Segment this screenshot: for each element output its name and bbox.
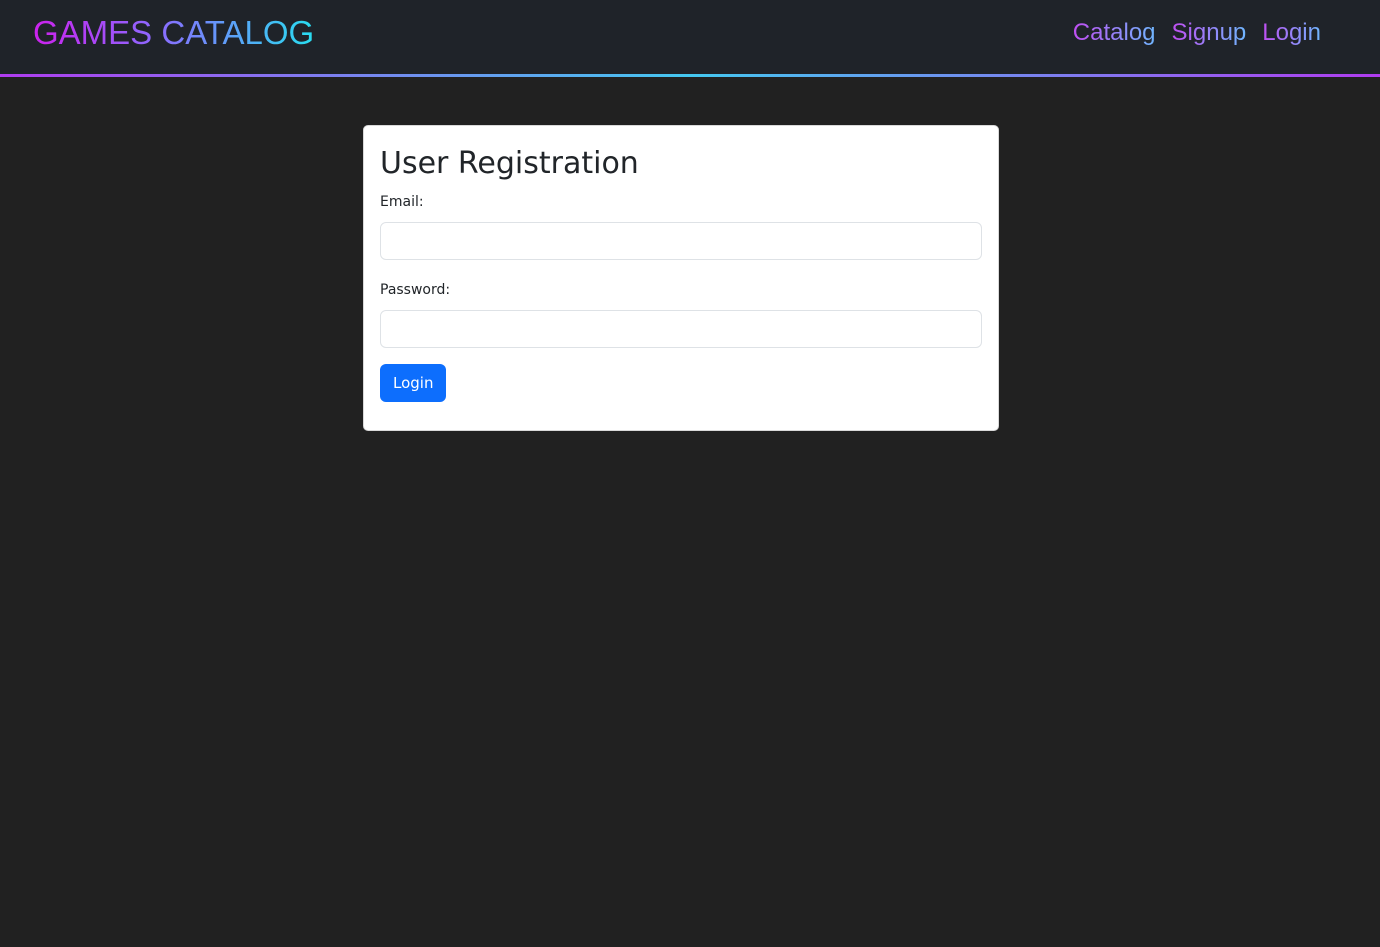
registration-card: User Registration Email: Password: Login [363, 125, 999, 431]
navbar-divider [0, 74, 1380, 77]
brand-logo[interactable]: GAMES CATALOG [33, 14, 314, 52]
email-label: Email: [380, 194, 424, 210]
login-button[interactable]: Login [380, 364, 447, 402]
nav-link-signup[interactable]: Signup [1172, 19, 1247, 47]
nav-link-catalog[interactable]: Catalog [1073, 19, 1156, 47]
navbar: GAMES CATALOG Catalog Signup Login [0, 0, 1380, 77]
nav-link-login[interactable]: Login [1262, 19, 1321, 47]
form-title: User Registration [380, 146, 639, 181]
nav-links: Catalog Signup Login [1073, 19, 1321, 47]
email-field[interactable] [380, 222, 982, 260]
password-label: Password: [380, 282, 451, 298]
password-field[interactable] [380, 310, 982, 348]
